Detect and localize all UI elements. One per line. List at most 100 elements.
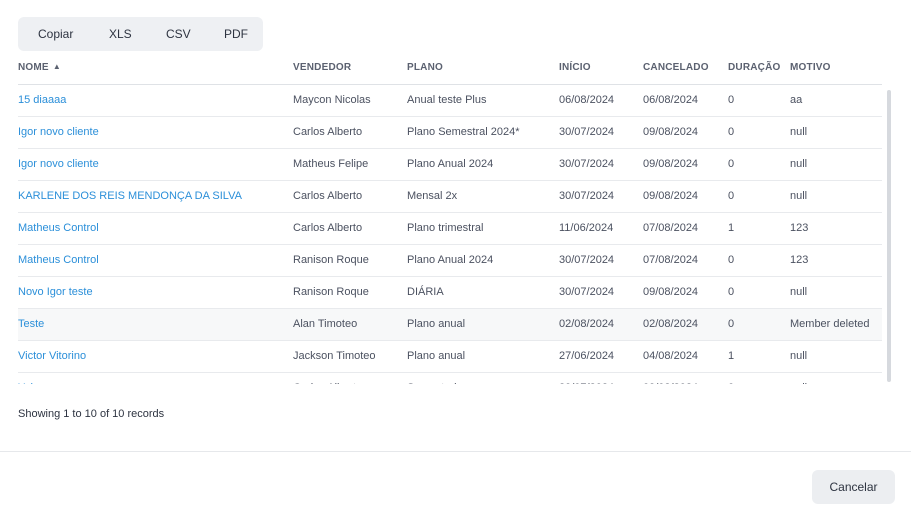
xls-button[interactable]: XLS [109,17,132,51]
cancellations-table: NOME ▲ VENDEDOR PLANO INÍCIO CANCELADO DU… [18,52,882,384]
cell-motivo: Member deleted [790,308,882,341]
cell-motivo: null [790,148,882,181]
cell-duracao: 0 [728,84,790,117]
cancellations-table-container: NOME ▲ VENDEDOR PLANO INÍCIO CANCELADO DU… [18,52,894,384]
cell-duracao: 0 [728,276,790,309]
cell-inicio: 30/07/2024 [559,116,643,149]
cell-inicio: 30/07/2024 [559,148,643,181]
column-header-plano[interactable]: PLANO [407,52,559,85]
cell-cancelado: 09/08/2024 [643,116,728,149]
cell-vendedor: Ranison Roque [293,276,407,309]
cell-inicio: 11/06/2024 [559,212,643,245]
cell-vendedor: Jackson Timoteo [293,340,407,373]
cell-vendedor: Ranison Roque [293,244,407,277]
column-header-motivo[interactable]: MOTIVO [790,52,882,85]
pdf-button[interactable]: PDF [224,17,248,51]
cell-plano: DIÁRIA [407,276,559,309]
cell-inicio: 30/07/2024 [559,276,643,309]
cell-plano: Plano Anual 2024 [407,148,559,181]
column-header-cancelado[interactable]: CANCELADO [643,52,728,85]
cell-plano: Plano Anual 2024 [407,244,559,277]
table-row: Igor novo cliente Matheus Felipe Plano Anu… [18,148,882,181]
cell-cancelado: 07/08/2024 [643,244,728,277]
cell-plano: Plano trimestral [407,212,559,245]
cell-inicio: 29/07/2024 [559,372,643,384]
cell-duracao: 0 [728,116,790,149]
cell-motivo: null [790,340,882,373]
cell-duracao: 1 [728,340,790,373]
table-row: 15 diaaaa Maycon Nicolas Anual teste Plus 0… [18,84,882,117]
cell-inicio: 06/08/2024 [559,84,643,117]
cell-nome[interactable]: Matheus Control [18,244,293,277]
table-row: Igor novo cliente Carlos Alberto Plano Sem… [18,116,882,149]
cell-inicio: 02/08/2024 [559,308,643,341]
cell-nome[interactable]: 15 diaaaa [18,84,293,117]
table-row: Matheus Control Ranison Roque Plano Anual … [18,244,882,277]
cell-plano: Plano Semestral 2024* [407,116,559,149]
export-toolbar: Copiar XLS CSV PDF [18,17,263,51]
cell-motivo: 123 [790,212,882,245]
cell-nome[interactable]: Teste [18,308,293,341]
cell-plano: Mensal 2x [407,180,559,213]
cell-duracao: 0 [728,372,790,384]
column-header-vendedor[interactable]: VENDEDOR [293,52,407,85]
cell-cancelado: 09/08/2024 [643,180,728,213]
cell-nome[interactable]: Novo Igor teste [18,276,293,309]
cell-vendedor: Matheus Felipe [293,148,407,181]
column-header-duracao[interactable]: DURAÇÃO [728,52,790,85]
cell-nome[interactable]: Victor Vitorino [18,340,293,373]
cell-motivo: 123 [790,244,882,277]
cell-plano: Anual teste Plus [407,84,559,117]
table-header-row: NOME ▲ VENDEDOR PLANO INÍCIO CANCELADO DU… [18,52,882,85]
cell-motivo: null [790,372,882,384]
cell-duracao: 0 [728,148,790,181]
cell-nome[interactable]: Igor novo cliente [18,116,293,149]
cell-cancelado: 06/08/2024 [643,84,728,117]
table-body: 15 diaaaa Maycon Nicolas Anual teste Plus 0… [18,84,882,384]
cell-vendedor: Alan Timoteo [293,308,407,341]
table-row: Novo Igor teste Ranison Roque DIÁRIA 30/07/… [18,276,882,309]
cell-cancelado: 09/08/2024 [643,148,728,181]
table-row: Teste Alan Timoteo Plano anual 02/08/2024 02… [18,308,882,341]
cell-cancelado: 04/08/2024 [643,340,728,373]
cell-motivo: null [790,116,882,149]
records-count: Showing 1 to 10 of 10 records [18,408,165,420]
cell-cancelado: 09/08/2024 [643,276,728,309]
footer-divider [0,451,911,452]
cell-nome[interactable]: KARLENE DOS REIS MENDONÇA DA SILVA [18,180,293,213]
cell-nome[interactable]: Matheus Control [18,212,293,245]
cell-cancelado: 02/08/2024 [643,308,728,341]
cell-nome[interactable]: Yohanna [18,372,293,384]
cell-duracao: 0 [728,180,790,213]
cell-vendedor: Carlos Alberto [293,180,407,213]
cell-vendedor: Carlos Alberto [293,116,407,149]
cell-inicio: 27/06/2024 [559,340,643,373]
cell-motivo: null [790,276,882,309]
cell-duracao: 0 [728,244,790,277]
cell-inicio: 30/07/2024 [559,180,643,213]
cell-nome[interactable]: Igor novo cliente [18,148,293,181]
cell-duracao: 1 [728,212,790,245]
sort-asc-icon: ▲ [52,62,61,72]
column-header-nome[interactable]: NOME ▲ [18,52,293,85]
table-row: KARLENE DOS REIS MENDONÇA DA SILVA Carlos… [18,180,882,213]
cell-motivo: null [790,180,882,213]
cell-plano: Plano anual [407,340,559,373]
cell-plano: Plano anual [407,308,559,341]
cancel-button[interactable]: Cancelar [812,470,895,504]
cell-cancelado: 09/08/2024 [643,372,728,384]
cell-cancelado: 07/08/2024 [643,212,728,245]
cell-motivo: aa [790,84,882,117]
cell-vendedor: Carlos Alberto [293,212,407,245]
cell-duracao: 0 [728,308,790,341]
csv-button[interactable]: CSV [166,17,191,51]
table-row: Victor Vitorino Jackson Timoteo Plano anua… [18,340,882,373]
copy-button[interactable]: Copiar [38,17,73,51]
cell-plano: Semestral [407,372,559,384]
table-scrollbar[interactable] [887,90,891,382]
column-header-inicio[interactable]: INÍCIO [559,52,643,85]
cell-vendedor: Carlos Alberto [293,372,407,384]
table-row: Matheus Control Carlos Alberto Plano trime… [18,212,882,245]
table-row: YohannaCarlos AlbertoSemestral29/07/2024… [18,372,882,384]
cell-inicio: 30/07/2024 [559,244,643,277]
